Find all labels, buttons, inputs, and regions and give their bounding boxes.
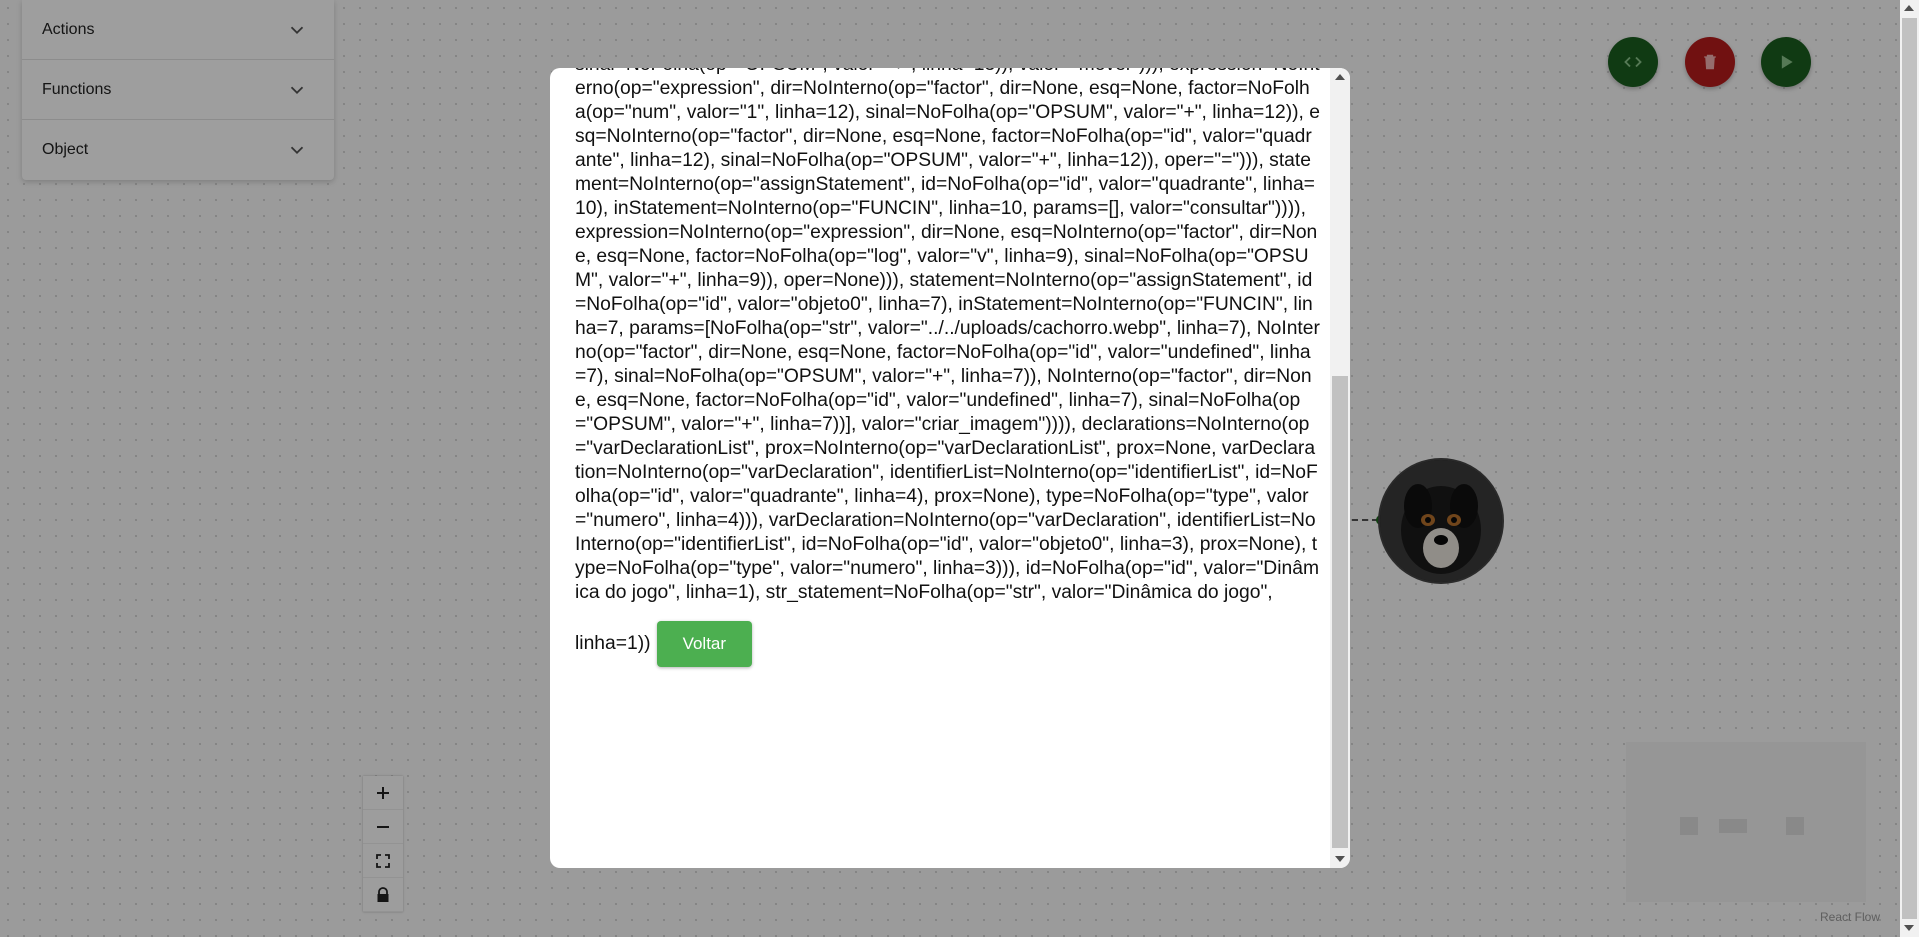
back-button[interactable]: Voltar [656,621,753,667]
code-tail-text: linha=1)) [575,633,651,654]
scroll-up-arrow-icon[interactable] [1335,74,1345,80]
page-scroll-thumb[interactable] [1902,18,1917,919]
modal-scroll-thumb[interactable] [1332,376,1348,848]
code-modal: sinal=NoFolha(op="OPSUM", valor="+", lin… [550,68,1350,868]
scroll-down-arrow-icon[interactable] [1335,856,1345,862]
scroll-up-arrow-icon[interactable] [1904,5,1914,11]
modal-content: sinal=NoFolha(op="OPSUM", valor="+", lin… [575,68,1320,667]
generated-code-text: sinal=NoFolha(op="OPSUM", valor="+", lin… [575,68,1320,603]
modal-scrollbar[interactable] [1330,68,1350,868]
modal-footer: linha=1)) Voltar [575,621,1320,667]
page-scrollbar[interactable] [1900,0,1919,937]
scroll-down-arrow-icon[interactable] [1904,925,1914,931]
